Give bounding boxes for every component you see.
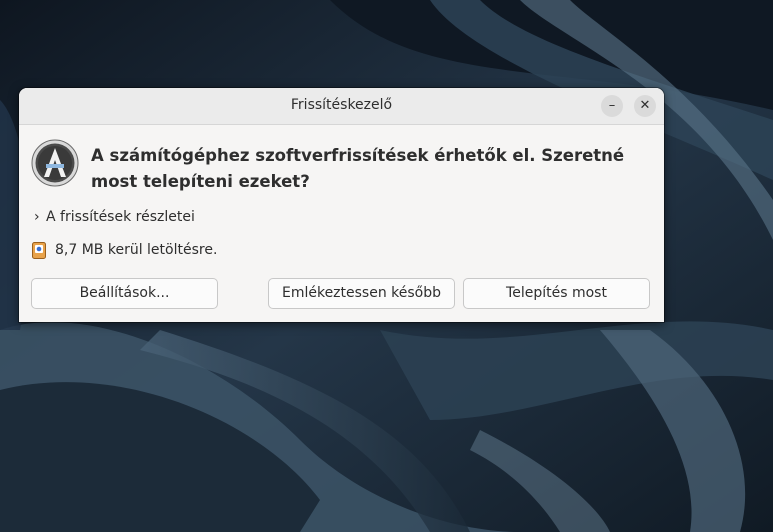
remind-later-button[interactable]: Emlékeztessen később bbox=[268, 278, 455, 309]
details-expander[interactable]: › A frissítések részletei bbox=[34, 209, 195, 225]
install-now-button[interactable]: Telepítés most bbox=[463, 278, 650, 309]
chevron-right-icon: › bbox=[34, 209, 40, 225]
download-size-text: 8,7 MB kerül letöltésre. bbox=[55, 242, 218, 258]
update-manager-icon bbox=[31, 139, 79, 187]
titlebar[interactable]: Frissítéskezelő – ✕ bbox=[19, 88, 664, 125]
window-title: Frissítéskezelő bbox=[290, 97, 393, 113]
minimize-button[interactable]: – bbox=[601, 95, 623, 117]
settings-button[interactable]: Beállítások... bbox=[31, 278, 218, 309]
details-label: A frissítések részletei bbox=[46, 209, 195, 225]
dialog-headline: A számítógéphez szoftverfrissítések érhe… bbox=[91, 146, 625, 191]
update-manager-window: Frissítéskezelő – ✕ A számítógéphez szof… bbox=[19, 88, 664, 322]
download-package-icon bbox=[32, 242, 46, 259]
close-button[interactable]: ✕ bbox=[634, 95, 656, 117]
